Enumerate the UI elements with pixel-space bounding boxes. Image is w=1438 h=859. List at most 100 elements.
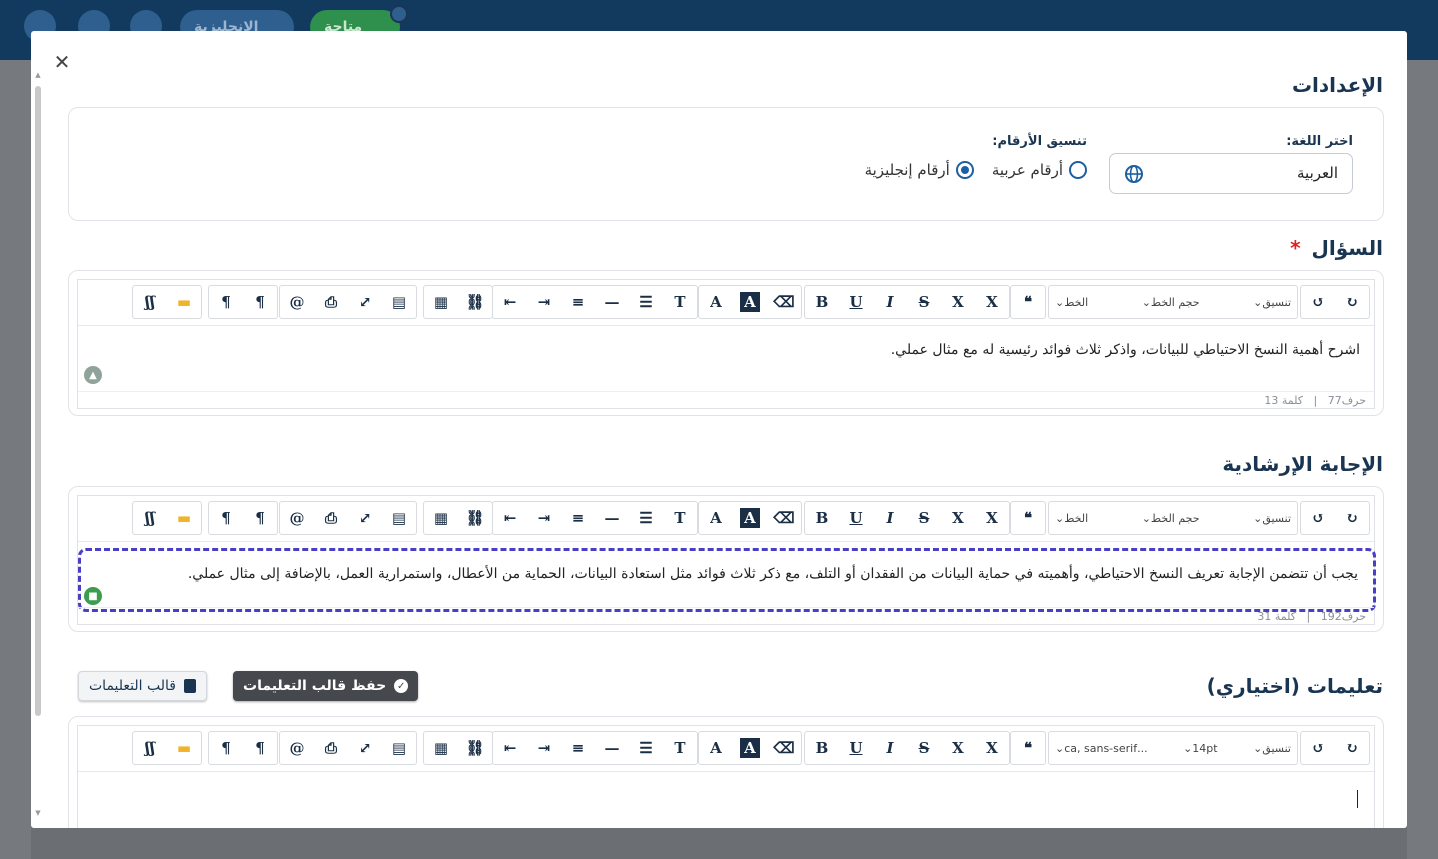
table-icon[interactable]: ▦ — [424, 502, 458, 534]
language-select[interactable]: العربية — [1109, 153, 1353, 194]
blockquote-icon[interactable]: ❝ — [1011, 732, 1045, 764]
table-icon[interactable]: ▦ — [424, 286, 458, 318]
bold-icon[interactable]: B — [805, 286, 839, 318]
subscript-icon[interactable]: X — [941, 286, 975, 318]
folder-icon[interactable]: ▬ — [167, 732, 201, 764]
folder-icon[interactable]: ▬ — [167, 286, 201, 318]
guide-answer-content[interactable]: يجب أن تتضمن الإجابة تعريف النسخ الاحتيا… — [78, 542, 1376, 612]
warning-icon[interactable]: ▲ — [84, 366, 102, 384]
print-icon[interactable]: ⎙ — [314, 502, 348, 534]
underline-icon[interactable]: U — [839, 732, 873, 764]
rtl-icon[interactable]: ¶ — [209, 502, 243, 534]
strikethrough-icon[interactable]: S — [907, 286, 941, 318]
font-size-dropdown[interactable]: حجم الخط ⌄ — [1136, 502, 1206, 534]
superscript-icon[interactable]: X — [975, 286, 1009, 318]
scroll-thumb[interactable] — [35, 86, 41, 716]
list-icon[interactable]: ☰ — [629, 286, 663, 318]
fullscreen-icon[interactable]: ⤢ — [348, 732, 382, 764]
format-dropdown[interactable]: تنسيق ⌄ — [1247, 502, 1297, 534]
font-size-dropdown[interactable]: 14pt ⌄ — [1177, 732, 1224, 764]
lock-icon[interactable]: ■ — [84, 587, 102, 605]
clear-format-icon[interactable]: ʃʃ — [133, 286, 167, 318]
undo-icon[interactable]: ↺ — [1301, 286, 1335, 318]
print-icon[interactable]: ⎙ — [314, 286, 348, 318]
font-size-icon[interactable]: T — [663, 502, 697, 534]
table-icon[interactable]: ▦ — [424, 732, 458, 764]
link-icon[interactable]: ⛓ — [458, 286, 492, 318]
indent-icon[interactable]: ⇥ — [527, 286, 561, 318]
font-size-icon[interactable]: T — [663, 732, 697, 764]
modal-scrollbar[interactable]: ▲ ▼ — [34, 71, 42, 821]
undo-icon[interactable]: ↺ — [1301, 502, 1335, 534]
link-icon[interactable]: ⛓ — [458, 502, 492, 534]
highlight-icon[interactable]: A — [740, 738, 760, 758]
subscript-icon[interactable]: X — [941, 502, 975, 534]
italic-icon[interactable]: I — [873, 286, 907, 318]
mention-icon[interactable]: @ — [280, 286, 314, 318]
italic-icon[interactable]: I — [873, 502, 907, 534]
template-icon[interactable]: ▤ — [382, 502, 416, 534]
bold-icon[interactable]: B — [805, 732, 839, 764]
strikethrough-icon[interactable]: S — [907, 732, 941, 764]
outdent-icon[interactable]: ⇤ — [493, 732, 527, 764]
indent-icon[interactable]: ⇥ — [527, 732, 561, 764]
align-icon[interactable]: ≡ — [561, 286, 595, 318]
rtl-icon[interactable]: ¶ — [209, 286, 243, 318]
list-icon[interactable]: ☰ — [629, 502, 663, 534]
format-dropdown[interactable]: تنسيق ⌄ — [1247, 286, 1297, 318]
superscript-icon[interactable]: X — [975, 732, 1009, 764]
list-icon[interactable]: ☰ — [629, 732, 663, 764]
question-content[interactable]: اشرح أهمية النسخ الاحتياطي للبيانات، واذ… — [78, 326, 1374, 390]
bold-icon[interactable]: B — [805, 502, 839, 534]
blockquote-icon[interactable]: ❝ — [1011, 502, 1045, 534]
folder-icon[interactable]: ▬ — [167, 502, 201, 534]
strikethrough-icon[interactable]: S — [907, 502, 941, 534]
highlight-icon[interactable]: A — [740, 508, 760, 528]
align-icon[interactable]: ≡ — [561, 732, 595, 764]
scroll-up-arrow[interactable]: ▲ — [34, 71, 42, 79]
indent-icon[interactable]: ⇥ — [527, 502, 561, 534]
horizontal-rule-icon[interactable]: — — [595, 502, 629, 534]
scroll-down-arrow[interactable]: ▼ — [34, 809, 42, 817]
text-color-icon[interactable]: A — [699, 732, 733, 764]
superscript-icon[interactable]: X — [975, 502, 1009, 534]
print-icon[interactable]: ⎙ — [314, 732, 348, 764]
rtl-icon[interactable]: ¶ — [209, 732, 243, 764]
ltr-icon[interactable]: ¶ — [243, 502, 277, 534]
eraser-icon[interactable]: ⌫ — [767, 502, 801, 534]
template-icon[interactable]: ▤ — [382, 286, 416, 318]
radio-english-numerals[interactable]: أرقام إنجليزية — [865, 161, 974, 179]
fullscreen-icon[interactable]: ⤢ — [348, 502, 382, 534]
undo-icon[interactable]: ↺ — [1301, 732, 1335, 764]
ltr-icon[interactable]: ¶ — [243, 732, 277, 764]
highlight-icon[interactable]: A — [740, 292, 760, 312]
eraser-icon[interactable]: ⌫ — [767, 732, 801, 764]
format-dropdown[interactable]: تنسيق ⌄ — [1247, 732, 1297, 764]
template-icon[interactable]: ▤ — [382, 732, 416, 764]
ltr-icon[interactable]: ¶ — [243, 286, 277, 318]
redo-icon[interactable]: ↻ — [1335, 286, 1369, 318]
font-size-icon[interactable]: T — [663, 286, 697, 318]
horizontal-rule-icon[interactable]: — — [595, 732, 629, 764]
font-family-dropdown[interactable]: الخط ⌄ — [1049, 502, 1094, 534]
clear-format-icon[interactable]: ʃʃ — [133, 732, 167, 764]
fullscreen-icon[interactable]: ⤢ — [348, 286, 382, 318]
link-icon[interactable]: ⛓ — [458, 732, 492, 764]
align-icon[interactable]: ≡ — [561, 502, 595, 534]
clear-format-icon[interactable]: ʃʃ — [133, 502, 167, 534]
radio-arabic-numerals[interactable]: أرقام عربية — [992, 161, 1087, 179]
text-color-icon[interactable]: A — [699, 286, 733, 318]
eraser-icon[interactable]: ⌫ — [767, 286, 801, 318]
subscript-icon[interactable]: X — [941, 732, 975, 764]
font-family-dropdown[interactable]: الخط ⌄ — [1049, 286, 1094, 318]
redo-icon[interactable]: ↻ — [1335, 732, 1369, 764]
mention-icon[interactable]: @ — [280, 502, 314, 534]
outdent-icon[interactable]: ⇤ — [493, 286, 527, 318]
instructions-content[interactable] — [78, 772, 1374, 828]
redo-icon[interactable]: ↻ — [1335, 502, 1369, 534]
save-template-button[interactable]: ✓ حفظ قالب التعليمات — [233, 671, 419, 701]
template-button[interactable]: قالب التعليمات — [78, 671, 207, 701]
font-size-dropdown[interactable]: حجم الخط ⌄ — [1136, 286, 1206, 318]
text-color-icon[interactable]: A — [699, 502, 733, 534]
close-icon[interactable]: ✕ — [51, 51, 73, 73]
